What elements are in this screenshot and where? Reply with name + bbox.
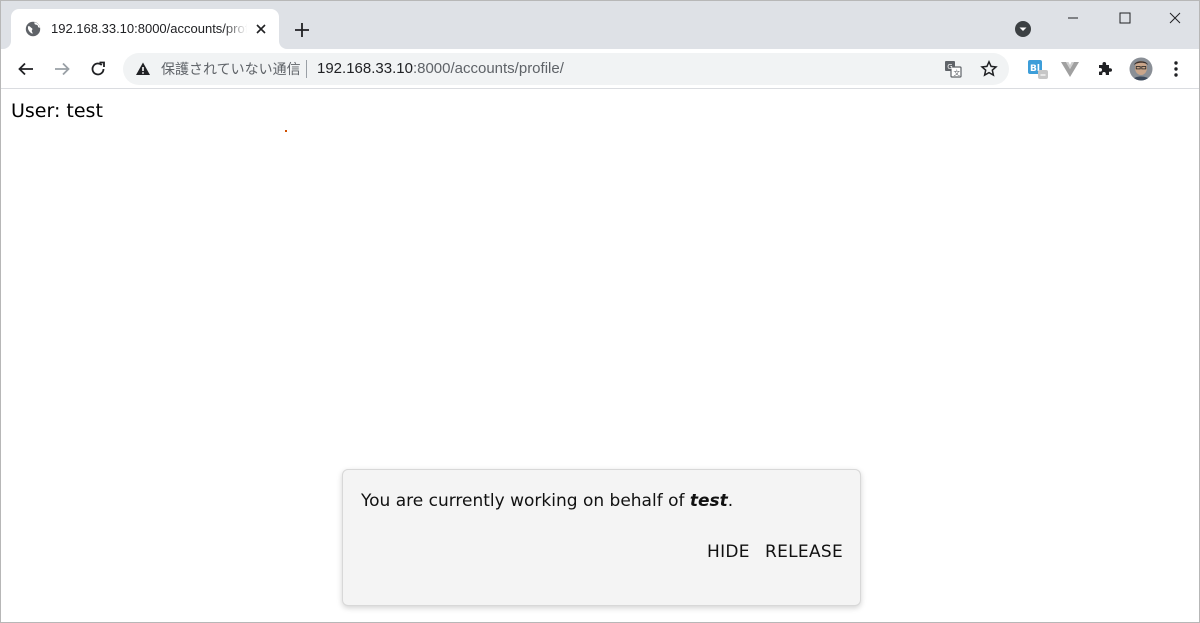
arrow-right-icon [55, 62, 70, 76]
hide-button[interactable]: HIDE [705, 539, 752, 565]
security-status-label[interactable]: 保護されていない通信 [161, 60, 301, 78]
url-host: 192.168.33.10 [317, 60, 413, 77]
globe-icon [25, 21, 41, 37]
user-label: User: [11, 100, 61, 122]
user-line: User: test [11, 100, 103, 122]
plus-icon [295, 23, 309, 37]
reload-button[interactable] [84, 55, 112, 83]
banner-message-prefix: You are currently working on behalf of [361, 491, 685, 511]
minimize-icon [1068, 17, 1078, 19]
release-button[interactable]: RELEASE [763, 539, 845, 565]
forward-button[interactable] [48, 55, 76, 83]
window-minimize-button[interactable] [1047, 1, 1099, 35]
url-text[interactable]: 192.168.33.10:8000/accounts/profile/ [317, 60, 564, 78]
back-button[interactable] [12, 55, 40, 83]
banner-message-suffix: . [727, 491, 734, 511]
vue-devtools-button[interactable] [1056, 55, 1084, 83]
tab-title: 192.168.33.10:8000/accounts/profile/ [51, 21, 247, 36]
profile-avatar[interactable] [1127, 55, 1155, 83]
browser-tab[interactable]: 192.168.33.10:8000/accounts/profile/ [11, 9, 279, 49]
bookmark-star-icon[interactable] [979, 59, 999, 79]
browser-toolbar: 保護されていない通信 192.168.33.10:8000/accounts/p… [1, 49, 1199, 89]
new-tab-button[interactable] [289, 17, 315, 43]
window-close-button[interactable] [1149, 1, 1199, 35]
user-value: test [66, 100, 103, 122]
browser-window: 192.168.33.10:8000/accounts/profile/ 保護さ… [0, 0, 1200, 623]
close-icon [1169, 12, 1181, 24]
arrow-left-icon [18, 62, 33, 76]
svg-text:文: 文 [954, 68, 961, 77]
bitly-extension-button[interactable]: Bl [1023, 55, 1051, 83]
stray-dot [285, 130, 287, 132]
close-icon [256, 24, 266, 34]
translate-icon[interactable]: G 文 [943, 59, 963, 79]
warning-icon[interactable] [135, 61, 151, 77]
extensions-puzzle-icon [1099, 62, 1112, 75]
address-separator [306, 60, 307, 78]
reload-icon [91, 61, 105, 76]
impersonation-banner: You are currently working on behalf of t… [342, 469, 861, 606]
chevron-down-circle-icon [1015, 21, 1031, 37]
tab-close-button[interactable] [251, 19, 271, 39]
svg-text:G: G [947, 63, 952, 71]
extensions-button[interactable] [1091, 55, 1119, 83]
url-path: :8000/accounts/profile/ [412, 60, 564, 77]
tab-search-button[interactable] [1013, 19, 1033, 39]
vue-devtools-icon [1061, 62, 1079, 77]
maximize-icon [1119, 12, 1131, 24]
impersonated-user: test [689, 491, 728, 511]
menu-button[interactable] [1162, 55, 1190, 83]
address-bar[interactable]: 保護されていない通信 192.168.33.10:8000/accounts/p… [123, 53, 1009, 85]
banner-message: You are currently working on behalf of t… [361, 491, 733, 511]
tab-strip: 192.168.33.10:8000/accounts/profile/ [1, 1, 1199, 49]
menu-kebab-icon [1174, 61, 1178, 77]
bitly-extension-icon: Bl [1028, 60, 1048, 79]
window-maximize-button[interactable] [1099, 1, 1151, 35]
